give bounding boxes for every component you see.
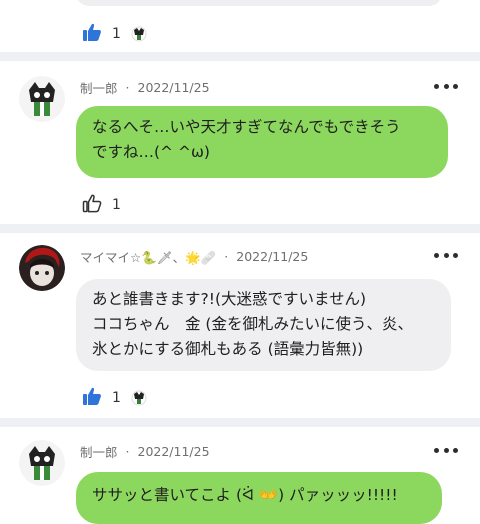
reaction-row: 1 — [82, 386, 147, 410]
comment-meta: 制一郎 · 2022/11/25 — [80, 442, 210, 461]
reactor-avatar-icon — [131, 26, 147, 42]
comment-bubble: なるへそ…いや天才すぎてなんでもできそう ですね…(^ ^ω) — [76, 106, 448, 178]
separator-dot: · — [224, 249, 229, 264]
comment-date: 2022/11/25 — [137, 444, 210, 459]
comment-meta: マイマイ☆ 🐍🗡、🌟🩹 · 2022/11/25 — [80, 247, 308, 266]
comment-line: ですね…(^ ^ω) — [92, 143, 210, 161]
comment-date: 2022/11/25 — [236, 249, 309, 264]
avatar[interactable] — [19, 440, 65, 486]
comment-line: あと誰書きます?!(大迷惑ですいません) — [92, 290, 367, 308]
separator-dot: · — [125, 80, 130, 95]
thumbs-up-filled-icon[interactable] — [82, 22, 102, 46]
comment-line: なるへそ…いや天才すぎてなんでもできそう — [92, 118, 401, 136]
author-name[interactable]: マイマイ☆ — [80, 247, 141, 266]
reactor-avatar-icon — [131, 390, 147, 406]
comment-date: 2022/11/25 — [137, 80, 210, 95]
divider — [0, 418, 480, 427]
comment-bubble: ササッと書いてこよ (ᐛ 👐) パァッッッ!!!!! — [76, 472, 442, 524]
author-name[interactable]: 制一郎 — [80, 442, 118, 461]
like-count: 1 — [112, 390, 121, 406]
thumbs-up-outline-icon[interactable] — [82, 193, 102, 217]
author-emoji: 🐍🗡、🌟🩹 — [141, 250, 217, 265]
like-count: 1 — [112, 26, 121, 42]
more-options-icon[interactable] — [434, 446, 458, 454]
like-count: 1 — [112, 197, 121, 213]
divider — [0, 52, 480, 61]
avatar[interactable] — [19, 245, 65, 291]
more-options-icon[interactable] — [434, 251, 458, 259]
comment-line: 氷とかにする御札もある (語彙力皆無)) — [92, 340, 364, 358]
comment-line: ササッと書いてこよ (ᐛ 👐) パァッッッ!!!!! — [92, 486, 398, 504]
thumbs-up-filled-icon[interactable] — [82, 386, 102, 410]
reaction-row: 1 — [82, 193, 121, 217]
comment-bubble: あと誰書きます?!(大迷惑ですいません) ココちゃん 金 (金を御札みたいに使う… — [76, 279, 451, 371]
avatar[interactable] — [19, 76, 65, 122]
top-reaction-row: 1 — [82, 22, 147, 46]
previous-comment-bubble — [76, 0, 442, 6]
comment-meta: 制一郎 · 2022/11/25 — [80, 78, 210, 97]
comment-line: ココちゃん 金 (金を御札みたいに使う、炎、 — [92, 315, 413, 333]
more-options-icon[interactable] — [434, 82, 458, 90]
author-name[interactable]: 制一郎 — [80, 78, 118, 97]
divider — [0, 224, 480, 233]
separator-dot: · — [125, 444, 130, 459]
